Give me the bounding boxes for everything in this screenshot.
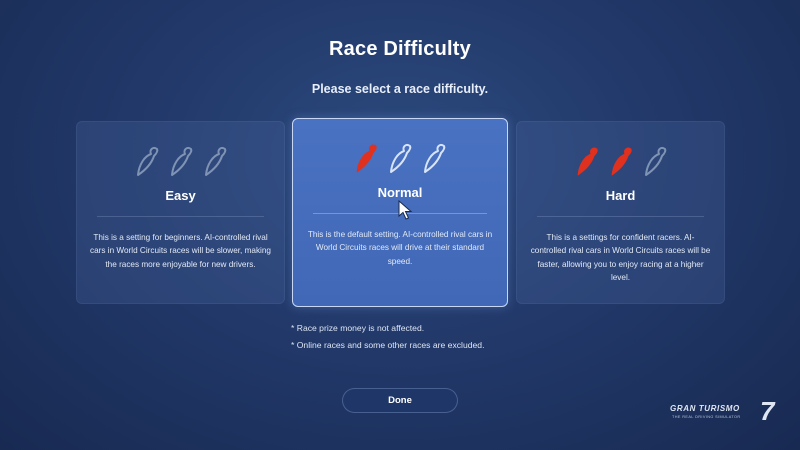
note-prize-money: * Race prize money is not affected. <box>291 323 425 333</box>
difficulty-description-normal: This is the default setting. AI-controll… <box>307 230 493 266</box>
done-button[interactable]: Done <box>342 388 458 413</box>
chili-pepper-icon <box>204 146 226 176</box>
pepper-rating <box>517 144 724 182</box>
difficulty-card-easy[interactable]: Easy This is a setting for beginners. AI… <box>76 121 285 304</box>
chili-pepper-icon <box>390 143 412 173</box>
card-divider <box>97 216 264 217</box>
logo-title: GRAN TURISMO <box>670 404 740 413</box>
note-exclusions: * Online races and some other races are … <box>291 340 485 350</box>
logo-tagline: THE REAL DRIVING SIMULATOR <box>672 415 741 419</box>
page-subtitle: Please select a race difficulty. <box>311 82 489 96</box>
difficulty-label-easy: Easy <box>165 188 196 203</box>
chili-pepper-icon <box>611 147 632 176</box>
pepper-rating <box>293 141 507 179</box>
difficulty-description-easy: This is a setting for beginners. AI-cont… <box>90 233 271 269</box>
game-logo: GRAN TURISMO THE REAL DRIVING SIMULATOR … <box>670 396 790 434</box>
page-title: Race Difficulty <box>329 38 471 60</box>
chili-pepper-icon <box>577 147 598 176</box>
chili-pepper-icon <box>170 146 192 176</box>
chili-pepper-icon <box>644 146 666 176</box>
chili-pepper-icon <box>136 146 158 176</box>
mouse-cursor-icon <box>398 200 413 220</box>
chili-pepper-icon <box>356 144 377 173</box>
card-divider <box>537 216 704 217</box>
pepper-rating <box>77 144 284 182</box>
difficulty-card-hard[interactable]: Hard This is a settings for confident ra… <box>516 121 725 304</box>
logo-number: 7 <box>760 396 775 426</box>
difficulty-label-hard: Hard <box>605 188 636 203</box>
difficulty-description-hard: This is a settings for confident racers.… <box>530 233 711 283</box>
chili-pepper-icon <box>424 143 446 173</box>
difficulty-label-normal: Normal <box>377 185 423 200</box>
